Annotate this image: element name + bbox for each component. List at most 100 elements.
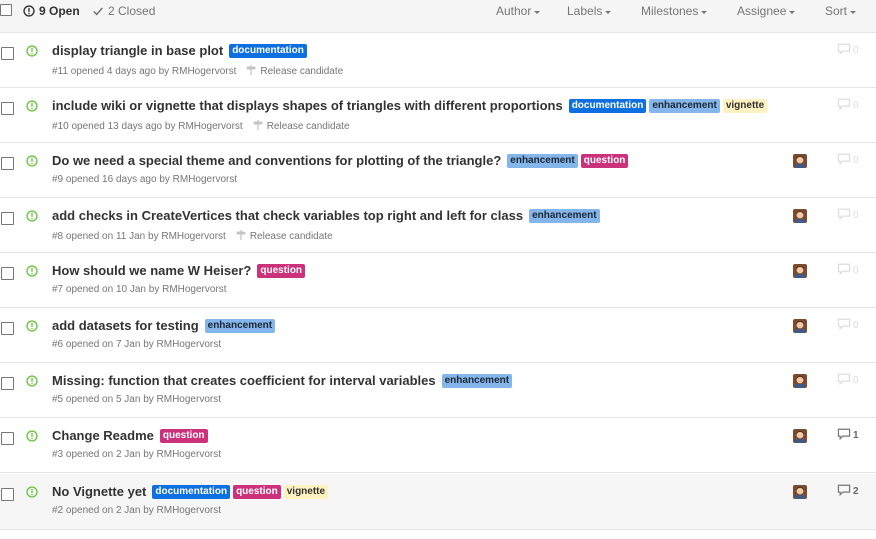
label-documentation[interactable]: documentation [152,484,231,499]
issue-opened-icon [26,155,38,170]
chevron-down-icon [605,10,612,14]
issue-title-line: add datasets for testing enhancement [52,318,276,333]
comment-count-value: 2 [853,486,859,497]
assignee-filter[interactable]: Assignee [737,4,796,18]
label-vignette[interactable]: vignette [722,98,768,113]
issue-meta-text: #6 opened on 7 Jan by RMHogervorst [52,339,221,350]
issue-checkbox[interactable] [1,267,14,280]
milestones-filter[interactable]: Milestones [641,4,708,18]
select-all-checkbox[interactable] [0,4,12,16]
label-question[interactable]: question [159,428,208,443]
issue-title-link[interactable]: add checks in CreateVertices that check … [52,208,523,223]
label-question[interactable]: question [580,153,629,168]
label-documentation[interactable]: documentation [229,43,307,58]
issues-list: 9 Open 2 Closed Author Labels Milestones… [0,0,876,539]
issue-meta-text: #2 opened on 2 Jan by RMHogervorst [52,505,221,516]
chevron-down-icon [701,10,708,14]
label-enhancement[interactable]: enhancement [529,208,600,223]
comment-count[interactable]: 0 [837,98,859,113]
issue-checkbox[interactable] [1,377,14,390]
assignee-avatar[interactable] [793,429,807,443]
issue-title-link[interactable]: display triangle in base plot [52,43,223,58]
issue-title-link[interactable]: Missing: function that creates coefficie… [52,373,436,388]
issue-row: Missing: function that creates coefficie… [0,363,876,418]
issue-meta-text: #5 opened on 5 Jan by RMHogervorst [52,394,221,405]
label-question[interactable]: question [257,263,306,278]
issue-title-link[interactable]: Do we need a special theme and conventio… [52,153,501,168]
chevron-down-icon [789,10,796,14]
label-enhancement[interactable]: enhancement [204,318,276,333]
comment-icon [837,373,853,388]
comment-icon [837,484,853,499]
comment-count-value: 0 [853,265,859,276]
chevron-down-icon [850,10,857,14]
closed-count-label: 2 Closed [108,4,156,18]
assignee-avatar[interactable] [793,485,807,499]
issue-meta-text: #8 opened on 11 Jan by RMHogervorst [52,231,226,242]
issue-opened-icon [26,100,38,115]
check-icon [93,7,103,16]
issue-meta: #8 opened on 11 Jan by RMHogervorst Relea… [52,229,333,244]
comment-icon [837,98,853,113]
chevron-down-icon [534,10,541,14]
milestone-icon [252,119,267,134]
issue-row: add checks in CreateVertices that check … [0,198,876,253]
issue-title-link[interactable]: Change Readme [52,428,154,443]
issue-checkbox[interactable] [1,488,14,501]
assignee-avatar[interactable] [793,374,807,388]
comment-count-value: 0 [853,155,859,166]
issue-row: Change Readme question #3 opened on 2 Jan … [0,418,876,473]
issue-meta-text: #10 opened 13 days ago by RMHogervorst [52,121,243,132]
assignee-avatar[interactable] [793,264,807,278]
label-question[interactable]: question [233,484,281,499]
assignee-avatar[interactable] [793,209,807,223]
issue-title-link[interactable]: include wiki or vignette that displays s… [52,98,563,113]
assignee-avatar[interactable] [793,319,807,333]
issue-checkbox[interactable] [1,212,14,225]
issue-opened-icon [26,210,38,225]
label-vignette[interactable]: vignette [283,484,329,499]
issue-title-line: add checks in CreateVertices that check … [52,208,600,223]
sort-filter[interactable]: Sort [825,4,857,18]
milestone-link[interactable]: Release candidate [252,119,350,134]
issue-title-link[interactable]: No Vignette yet [52,484,146,499]
assignee-filter-label: Assignee [737,4,787,18]
comment-count[interactable]: 0 [837,373,859,388]
labels-filter[interactable]: Labels [567,4,612,18]
comment-count[interactable]: 1 [837,428,859,443]
milestone-label: Release candidate [266,121,350,132]
issue-title-link[interactable]: How should we name W Heiser? [52,263,251,278]
comment-count[interactable]: 2 [837,484,859,499]
issue-opened-icon [26,320,38,335]
comment-count[interactable]: 0 [837,43,859,58]
label-enhancement[interactable]: enhancement [507,153,578,168]
issue-meta: #6 opened on 7 Jan by RMHogervorst [52,339,221,350]
label-enhancement[interactable]: enhancement [441,373,513,388]
label-documentation[interactable]: documentation [568,98,647,113]
issue-meta: #5 opened on 5 Jan by RMHogervorst [52,394,221,405]
issue-checkbox[interactable] [1,102,14,115]
milestone-link[interactable]: Release candidate [245,64,343,79]
author-filter[interactable]: Author [496,4,541,18]
issue-meta: #7 opened on 10 Jan by RMHogervorst [52,284,227,295]
comment-icon [837,318,853,333]
open-count-label: 9 Open [39,4,80,18]
comment-count-value: 0 [853,320,859,331]
open-issues-tab[interactable]: 9 Open [23,4,80,18]
comment-count[interactable]: 0 [837,208,859,223]
milestone-label: Release candidate [249,231,333,242]
label-enhancement[interactable]: enhancement [649,98,720,113]
comment-count[interactable]: 0 [837,318,859,333]
milestone-link[interactable]: Release candidate [235,229,333,244]
issue-checkbox[interactable] [1,47,14,60]
assignee-avatar[interactable] [793,154,807,168]
closed-issues-tab[interactable]: 2 Closed [92,4,155,18]
issue-checkbox[interactable] [1,432,14,445]
issue-meta: #11 opened 4 days ago by RMHogervorst Rel… [52,64,343,79]
comment-count[interactable]: 0 [837,263,859,278]
comment-count[interactable]: 0 [837,153,859,168]
issue-title-link[interactable]: add datasets for testing [52,318,199,333]
issue-checkbox[interactable] [1,322,14,335]
issue-checkbox[interactable] [1,157,14,170]
issue-title-line: Missing: function that creates coefficie… [52,373,513,388]
